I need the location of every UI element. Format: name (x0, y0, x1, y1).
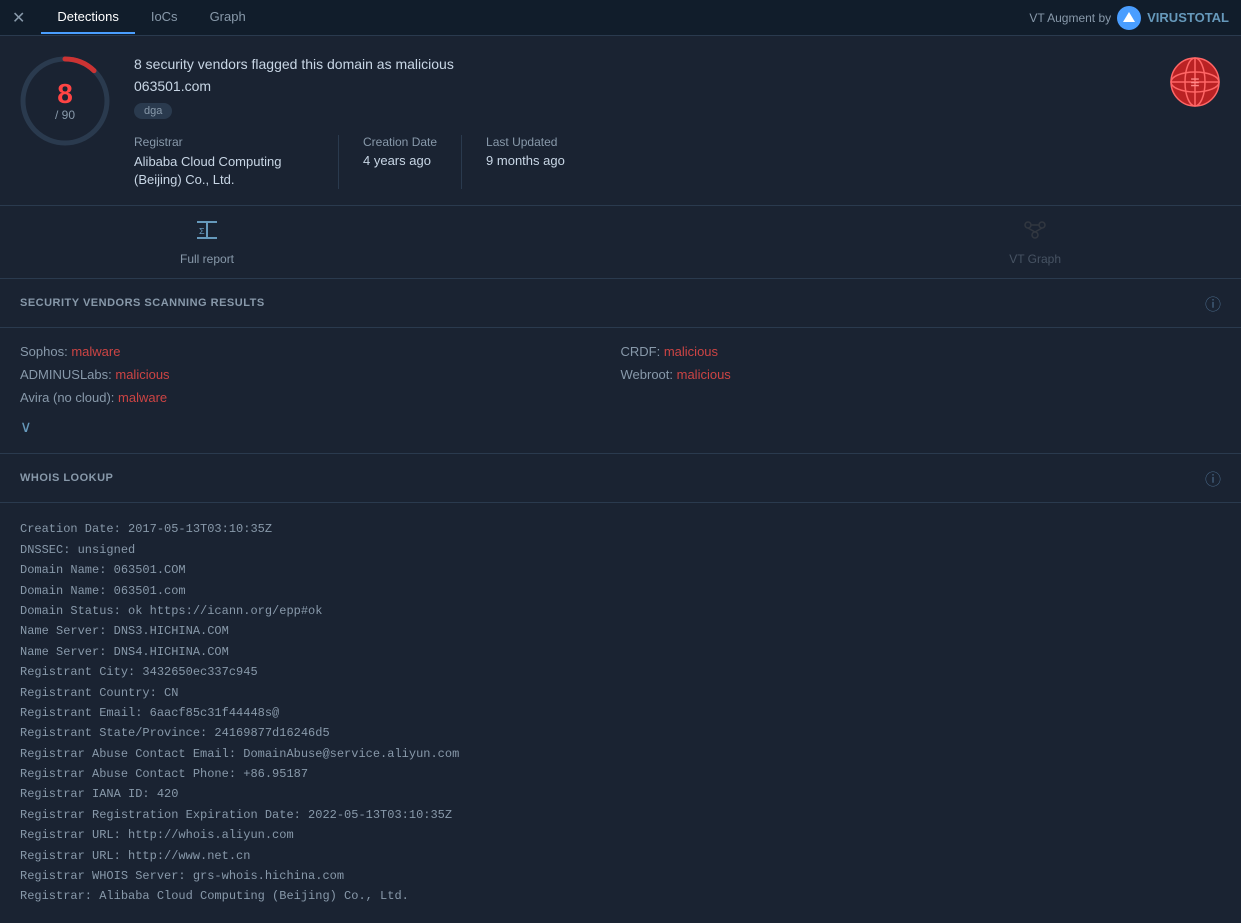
registrar-block: Registrar Alibaba Cloud Computing (Beiji… (134, 135, 339, 189)
score-display: 8 / 90 (55, 80, 75, 122)
augment-area: VT Augment by VIRUSTOTAL (1029, 6, 1229, 30)
vendors-content: Sophos: malware CRDF: malicious ADMINUSL… (0, 328, 1241, 454)
security-info-icon[interactable]: ⓘ (1205, 291, 1221, 315)
creation-date-block: Creation Date 4 years ago (363, 135, 462, 189)
svg-text:Σ: Σ (199, 227, 205, 237)
main-nav: Detections IoCs Graph (41, 1, 261, 34)
score-total: / 90 (55, 108, 75, 122)
vendor-adminuslabs: ADMINUSLabs: malicious (20, 367, 621, 382)
nav-item-detections[interactable]: Detections (41, 1, 134, 34)
actions-bar: Σ Full report VT Graph (0, 206, 1241, 279)
whois-section-header: WHOIS LOOKUP ⓘ (0, 454, 1241, 503)
security-section-title: SECURITY VENDORS SCANNING RESULTS (20, 297, 265, 309)
header: ✕ Detections IoCs Graph VT Augment by VI… (0, 0, 1241, 36)
domain-meta: Registrar Alibaba Cloud Computing (Beiji… (134, 135, 1153, 189)
close-button[interactable]: ✕ (12, 8, 25, 28)
dga-badge: dga (134, 103, 172, 119)
vendors-grid: Sophos: malware CRDF: malicious ADMINUSL… (20, 344, 1221, 405)
vendor-webroot: Webroot: malicious (621, 367, 1222, 382)
vt-graph-icon (1021, 218, 1049, 248)
full-report-action[interactable]: Σ Full report (180, 218, 234, 266)
last-updated-block: Last Updated 9 months ago (486, 135, 589, 189)
registrar-label: Registrar (134, 135, 314, 149)
nav-item-iocs[interactable]: IoCs (135, 1, 194, 34)
svg-text:☰: ☰ (1191, 78, 1200, 90)
domain-icon: ☰ (1169, 56, 1221, 111)
vt-graph-action[interactable]: VT Graph (1009, 218, 1061, 266)
full-report-icon: Σ (193, 218, 221, 248)
security-section-header: SECURITY VENDORS SCANNING RESULTS ⓘ (0, 279, 1241, 328)
whois-info-icon[interactable]: ⓘ (1205, 466, 1221, 490)
vt-graph-label: VT Graph (1009, 252, 1061, 266)
top-section: 8 / 90 8 security vendors flagged this d… (0, 36, 1241, 206)
vendor-sophos: Sophos: malware (20, 344, 621, 359)
last-updated-value: 9 months ago (486, 153, 565, 168)
full-report-label: Full report (180, 252, 234, 266)
domain-info: 8 security vendors flagged this domain a… (134, 56, 1153, 189)
creation-date-label: Creation Date (363, 135, 437, 149)
expand-button[interactable]: ∨ (20, 417, 1221, 437)
vt-logo-icon (1117, 6, 1141, 30)
last-updated-label: Last Updated (486, 135, 565, 149)
domain-name: 063501.com (134, 78, 1153, 94)
registrar-value: Alibaba Cloud Computing (Beijing) Co., L… (134, 153, 314, 189)
augment-label: VT Augment by (1029, 11, 1111, 25)
virustotal-label: VIRUSTOTAL (1147, 10, 1229, 25)
score-number: 8 (57, 80, 73, 108)
creation-date-value: 4 years ago (363, 153, 437, 168)
nav-item-graph[interactable]: Graph (194, 1, 262, 34)
vendor-avira: Avira (no cloud): malware (20, 390, 621, 405)
vendor-crdf: CRDF: malicious (621, 344, 1222, 359)
whois-content: Creation Date: 2017-05-13T03:10:35Z DNSS… (0, 503, 1241, 922)
whois-section-title: WHOIS LOOKUP (20, 472, 113, 484)
whois-text: Creation Date: 2017-05-13T03:10:35Z DNSS… (20, 519, 1221, 906)
flagged-text: 8 security vendors flagged this domain a… (134, 56, 1153, 72)
